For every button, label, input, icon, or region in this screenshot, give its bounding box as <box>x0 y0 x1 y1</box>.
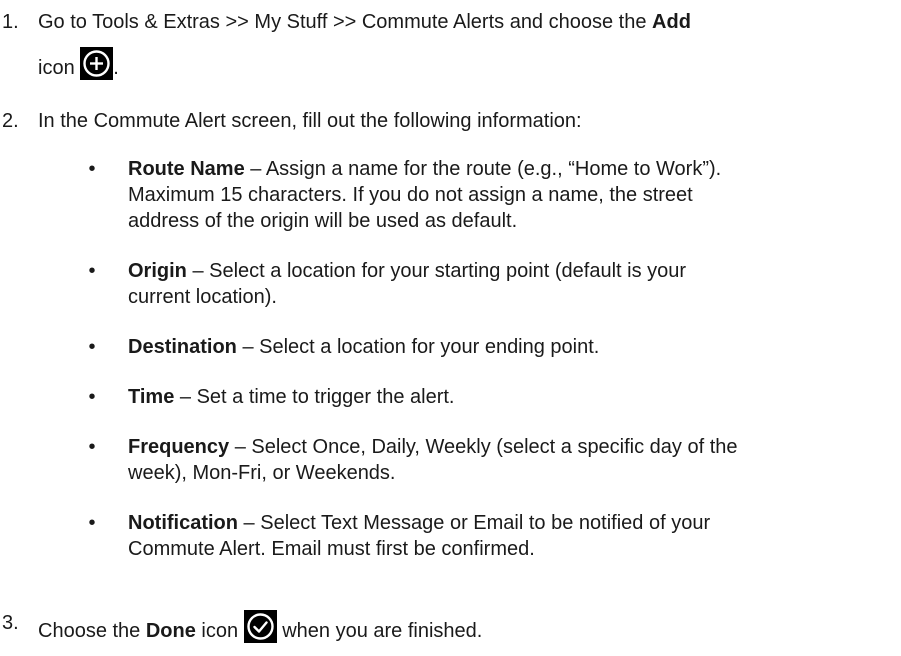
field-description: week), Mon-Fri, or Weekends. <box>128 462 396 484</box>
instructions-document: 1. Go to Tools & Extras >> My Stuff >> C… <box>0 0 901 656</box>
field-term: Origin <box>128 260 187 282</box>
bullet-dot: • <box>88 436 96 458</box>
step-bold-term: Add <box>652 11 691 33</box>
field-term: Time <box>128 386 175 408</box>
field-description: – Select a location for your starting po… <box>186 260 687 282</box>
bullet-dot: • <box>88 260 96 282</box>
field-description: – Select Text Message or Email to be not… <box>238 512 711 534</box>
field-term: Notification <box>128 512 238 534</box>
add-circle-icon <box>80 47 114 80</box>
bullet-dot: • <box>88 512 96 534</box>
field-term: Frequency <box>128 436 230 458</box>
step-text: Go to Tools & Extras >> My Stuff >> Comm… <box>38 9 893 81</box>
field-description: – Select a location for your ending poin… <box>236 336 600 358</box>
bullet-dot: • <box>88 158 96 180</box>
step-text: Choose the Done icon when you are finish… <box>38 610 893 644</box>
step-text-part: when you are finished. <box>276 620 483 642</box>
field-description: address of the origin will be used as de… <box>128 210 518 232</box>
field-description: – Assign a name for the route (e.g., “Ho… <box>244 158 722 180</box>
field-description: current location). <box>128 286 277 308</box>
step-text: In the Commute Alert screen, fill out th… <box>38 110 582 132</box>
field-term: Route Name <box>128 158 245 180</box>
step-bold-term: Done <box>145 620 196 642</box>
step-text-part: icon <box>38 57 81 79</box>
step-text-part: Choose the <box>38 620 146 642</box>
step-number: 1. <box>2 11 19 33</box>
step-number: 3. <box>2 612 19 634</box>
field-description: Maximum 15 characters. If you do not ass… <box>128 184 693 206</box>
field-description: – Set a time to trigger the alert. <box>174 386 455 408</box>
step-text-part: . <box>113 57 119 79</box>
step-text-part: icon <box>195 620 244 642</box>
field-term: Destination <box>128 336 237 358</box>
bullet-dot: • <box>88 336 96 358</box>
bullet-dot: • <box>88 386 96 408</box>
checkmark-circle-icon <box>243 610 277 643</box>
step-number: 2. <box>2 110 19 132</box>
step-text-part: Go to Tools & Extras >> My Stuff >> Comm… <box>38 11 653 33</box>
field-description: Commute Alert. Email must first be confi… <box>128 538 535 560</box>
field-description: – Select Once, Daily, Weekly (select a s… <box>229 436 738 458</box>
